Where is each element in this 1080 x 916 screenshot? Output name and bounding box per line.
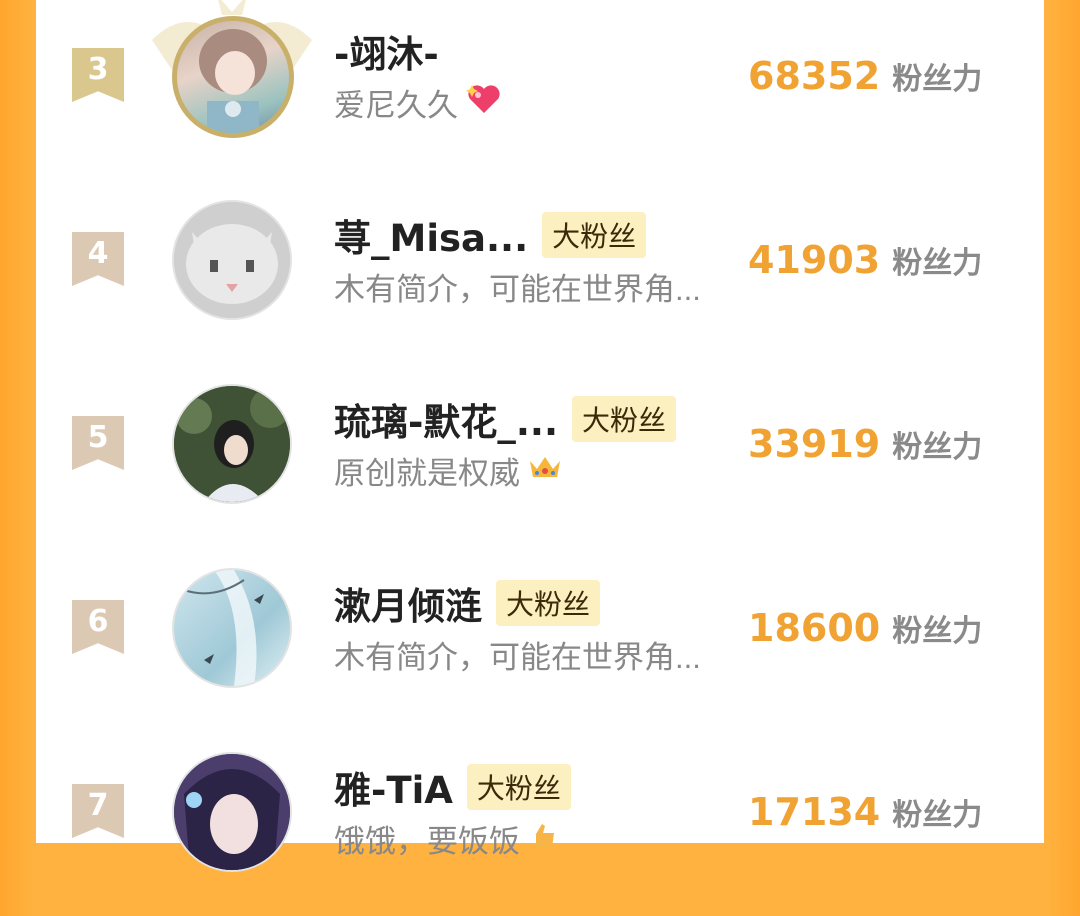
fan-power: 33919 粉丝力 bbox=[748, 422, 982, 466]
user-name[interactable]: 漱月倾涟 bbox=[334, 576, 482, 630]
fan-power-unit: 粉丝力 bbox=[892, 247, 983, 280]
heart-emoji-icon bbox=[466, 83, 502, 123]
fan-power-value: 18600 bbox=[748, 606, 881, 650]
user-name[interactable]: 雅-TiA bbox=[334, 760, 453, 814]
avatar[interactable] bbox=[172, 200, 292, 320]
fan-power-unit: 粉丝力 bbox=[892, 615, 983, 648]
crown-emoji-icon bbox=[528, 453, 562, 489]
big-fan-badge: 大粉丝 bbox=[542, 212, 647, 258]
list-item[interactable]: 7 雅-TiA 大粉丝 饿饿，要饭饭 17134 粉丝力 bbox=[36, 732, 1044, 916]
avatar-image bbox=[199, 29, 267, 133]
user-intro: 爱尼久久 bbox=[334, 80, 502, 125]
user-name[interactable]: 荨_Misa... bbox=[334, 208, 528, 262]
fan-power-value: 17134 bbox=[748, 790, 881, 834]
rank-badge: 6 bbox=[72, 600, 124, 654]
hand-emoji-icon bbox=[528, 820, 558, 858]
list-item[interactable]: 6 漱月倾涟 大粉丝 木有简介，可能在世界角... 18600 粉丝力 bbox=[36, 548, 1044, 732]
avatar-image bbox=[174, 202, 290, 318]
fan-power-unit: 粉丝力 bbox=[892, 431, 983, 464]
user-name[interactable]: -翊沐- bbox=[334, 24, 439, 78]
user-intro: 木有简介，可能在世界角... bbox=[334, 272, 701, 307]
avatar[interactable] bbox=[172, 384, 292, 504]
fan-power: 17134 粉丝力 bbox=[748, 790, 982, 834]
fan-power: 68352 粉丝力 bbox=[748, 54, 982, 98]
fan-power-unit: 粉丝力 bbox=[892, 799, 983, 832]
user-intro: 原创就是权威 bbox=[334, 448, 562, 493]
rank-badge: 3 bbox=[72, 48, 124, 102]
avatar-image bbox=[174, 386, 290, 502]
rank-badge: 5 bbox=[72, 416, 124, 470]
list-item[interactable]: 5 琉璃-默花_... 大粉丝 原创就是权威 33919 粉丝力 bbox=[36, 364, 1044, 548]
list-item[interactable]: 3 -翊沐- 爱尼久久 68352 粉丝力 bbox=[36, 0, 1044, 180]
avatar[interactable] bbox=[172, 568, 292, 688]
fan-power-value: 68352 bbox=[748, 54, 881, 98]
user-name[interactable]: 琉璃-默花_... bbox=[334, 392, 558, 446]
fan-power: 41903 粉丝力 bbox=[748, 238, 982, 282]
big-fan-badge: 大粉丝 bbox=[496, 580, 601, 626]
rank-badge: 7 bbox=[72, 784, 124, 838]
avatar[interactable] bbox=[172, 752, 292, 872]
fan-ranking-list: 3 -翊沐- 爱尼久久 68352 粉丝力 4 荨_Misa... 大粉丝 木有… bbox=[36, 0, 1044, 872]
fan-power: 18600 粉丝力 bbox=[748, 606, 982, 650]
user-intro: 木有简介，可能在世界角... bbox=[334, 640, 701, 675]
avatar-image bbox=[183, 570, 264, 686]
fan-power-value: 41903 bbox=[748, 238, 881, 282]
big-fan-badge: 大粉丝 bbox=[466, 764, 571, 810]
avatar-image bbox=[174, 754, 290, 870]
list-item[interactable]: 4 荨_Misa... 大粉丝 木有简介，可能在世界角... 41903 粉丝力 bbox=[36, 180, 1044, 364]
fan-power-unit: 粉丝力 bbox=[892, 63, 983, 96]
avatar[interactable] bbox=[152, 0, 312, 138]
rank-badge: 4 bbox=[72, 232, 124, 286]
user-intro: 饿饿，要饭饭 bbox=[334, 816, 558, 861]
fan-power-value: 33919 bbox=[748, 422, 881, 466]
big-fan-badge: 大粉丝 bbox=[572, 396, 677, 442]
